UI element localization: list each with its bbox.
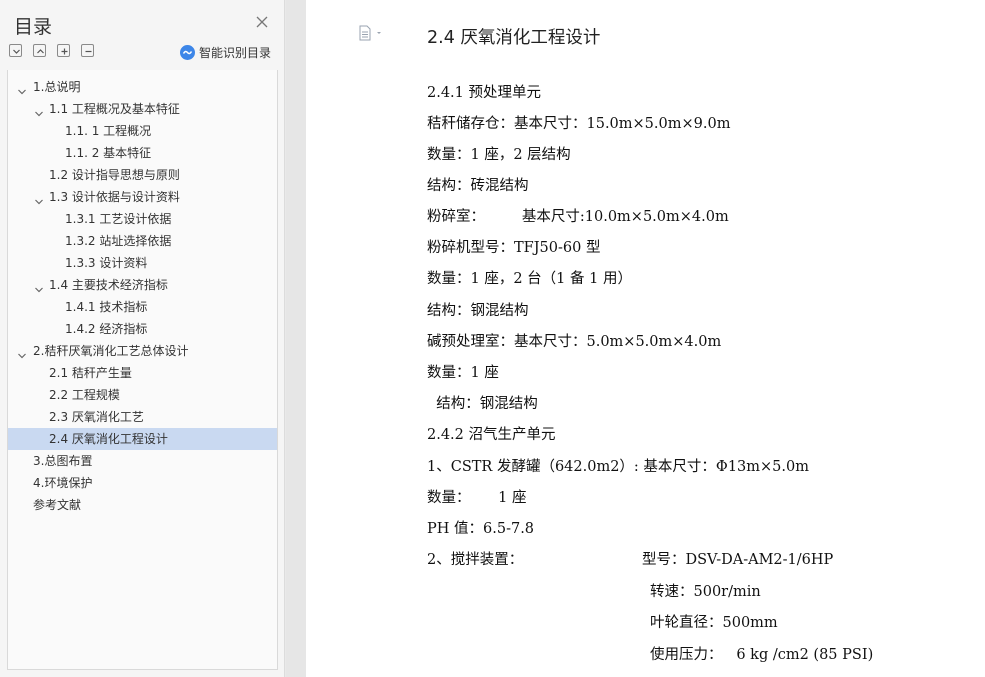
close-icon[interactable] bbox=[254, 14, 270, 30]
text-line: 结构：钢混结构 bbox=[427, 303, 529, 319]
chevron-down-icon[interactable] bbox=[34, 104, 44, 117]
toc-item-label: 1.总说明 bbox=[33, 80, 81, 94]
subheading: 2.4.2 沼气生产单元 bbox=[427, 427, 556, 443]
expand-down-icon[interactable] bbox=[9, 44, 22, 57]
toc-item-label: 1.3 设计依据与设计资料 bbox=[49, 190, 180, 204]
text-line: 转速：500r/min bbox=[650, 584, 761, 600]
toc-item-label: 1.1. 1 工程概况 bbox=[65, 124, 152, 138]
toc-item-label: 1.4.2 经济指标 bbox=[65, 322, 148, 336]
text-line: 粉碎机型号：TFJ50-60 型 bbox=[427, 240, 601, 256]
toc-item[interactable]: 1.2 设计指导思想与原则 bbox=[8, 164, 277, 186]
toc-item[interactable]: 1.3.3 设计资料 bbox=[8, 252, 277, 274]
toc-item[interactable]: 1.3.1 工艺设计依据 bbox=[8, 208, 277, 230]
toc-item[interactable]: 1.1 工程概况及基本特征 bbox=[8, 98, 277, 120]
text-line: 碱预处理室：基本尺寸：5.0m×5.0m×4.0m bbox=[427, 334, 722, 350]
toc-item[interactable]: 2.秸秆厌氧消化工艺总体设计 bbox=[8, 340, 277, 362]
text-line: 数量：1 座，2 台（1 备 1 用） bbox=[427, 271, 632, 287]
smart-toc-label: 智能识别目录 bbox=[199, 45, 272, 60]
subheading: 2.4.1 预处理单元 bbox=[427, 85, 542, 101]
toc-item[interactable]: 参考文献 bbox=[8, 494, 277, 516]
toc-item[interactable]: 1.4 主要技术经济指标 bbox=[8, 274, 277, 296]
toc-item[interactable]: 1.4.2 经济指标 bbox=[8, 318, 277, 340]
toc-sidebar: 目录 智能识别目录 1.总说明 1.1 工程概况及基本特征 1.1. 1 工程概… bbox=[0, 0, 285, 677]
toc-item[interactable]: 2.4 厌氧消化工程设计 bbox=[8, 428, 277, 450]
smart-toc-icon bbox=[180, 44, 195, 60]
toc-item-label: 1.3.2 站址选择依据 bbox=[65, 234, 172, 248]
toc-item-label: 2.3 厌氧消化工艺 bbox=[49, 410, 144, 424]
sidebar-title: 目录 bbox=[14, 16, 53, 38]
text-line: 2、搅拌装置： bbox=[427, 552, 524, 568]
page-gutter bbox=[286, 0, 306, 677]
toc-item[interactable]: 4.环境保护 bbox=[8, 472, 277, 494]
toc-item-label: 1.3.1 工艺设计依据 bbox=[65, 212, 172, 226]
toc-tree: 1.总说明 1.1 工程概况及基本特征 1.1. 1 工程概况 1.1. 2 基本特征… bbox=[8, 76, 277, 516]
toc-item-label: 1.4.1 技术指标 bbox=[65, 300, 148, 314]
collapse-all-icon[interactable] bbox=[81, 44, 94, 57]
toc-item[interactable]: 1.4.1 技术指标 bbox=[8, 296, 277, 318]
text-line: 数量： 1 座 bbox=[427, 490, 527, 506]
toc-item[interactable]: 1.3 设计依据与设计资料 bbox=[8, 186, 277, 208]
text-line: 结构：钢混结构 bbox=[427, 396, 538, 412]
toc-item-label: 1.4 主要技术经济指标 bbox=[49, 278, 168, 292]
toc-item[interactable]: 2.3 厌氧消化工艺 bbox=[8, 406, 277, 428]
text-line: 1、CSTR 发酵罐（642.0m2）: 基本尺寸：Φ13m×5.0m bbox=[427, 459, 809, 475]
toc-item-label: 参考文献 bbox=[33, 498, 82, 512]
toc-item-label: 2.2 工程规模 bbox=[49, 388, 120, 402]
toc-item[interactable]: 1.1. 1 工程概况 bbox=[8, 120, 277, 142]
toc-item[interactable]: 1.3.2 站址选择依据 bbox=[8, 230, 277, 252]
toc-tree-panel: 1.总说明 1.1 工程概况及基本特征 1.1. 1 工程概况 1.1. 2 基本特征… bbox=[7, 70, 278, 670]
collapse-up-icon[interactable] bbox=[33, 44, 46, 57]
chevron-down-icon[interactable] bbox=[17, 346, 27, 359]
toc-item[interactable]: 1.1. 2 基本特征 bbox=[8, 142, 277, 164]
toc-item-label: 1.2 设计指导思想与原则 bbox=[49, 168, 180, 182]
toc-item-label: 1.1 工程概况及基本特征 bbox=[49, 102, 180, 116]
text-line: 数量：1 座，2 层结构 bbox=[427, 147, 571, 163]
smart-toc-button[interactable]: 智能识别目录 bbox=[180, 43, 271, 61]
toc-item[interactable]: 3.总图布置 bbox=[8, 450, 277, 472]
text-line: 秸秆储存仓：基本尺寸：15.0m×5.0m×9.0m bbox=[427, 116, 731, 132]
chevron-down-icon[interactable] bbox=[34, 192, 44, 205]
toc-item-label: 4.环境保护 bbox=[33, 476, 93, 490]
text-line: 使用压力： 6 kg /cm2 (85 PSI) bbox=[650, 647, 874, 663]
text-line: 数量：1 座 bbox=[427, 365, 499, 381]
toc-item-label: 2.4 厌氧消化工程设计 bbox=[49, 432, 168, 446]
toc-item-label: 1.3.3 设计资料 bbox=[65, 256, 148, 270]
document-icon[interactable] bbox=[359, 25, 385, 41]
expand-all-icon[interactable] bbox=[57, 44, 70, 57]
toc-item-label: 3.总图布置 bbox=[33, 454, 93, 468]
toc-item[interactable]: 2.2 工程规模 bbox=[8, 384, 277, 406]
toc-item-label: 2.1 秸秆产生量 bbox=[49, 366, 132, 380]
toc-item-label: 2.秸秆厌氧消化工艺总体设计 bbox=[33, 344, 189, 358]
text-line: 叶轮直径：500mm bbox=[650, 615, 778, 631]
text-line: 型号：DSV-DA-AM2-1/6HP bbox=[642, 552, 834, 568]
text-line: PH 值：6.5-7.8 bbox=[427, 521, 535, 537]
chevron-down-icon[interactable] bbox=[34, 280, 44, 293]
toc-item-label: 1.1. 2 基本特征 bbox=[65, 146, 152, 160]
text-line: 结构：砖混结构 bbox=[427, 178, 529, 194]
toc-item[interactable]: 1.总说明 bbox=[8, 76, 277, 98]
chevron-down-icon[interactable] bbox=[17, 82, 27, 95]
document-page: 2.4 厌氧消化工程设计 2.4.1 预处理单元秸秆储存仓：基本尺寸：15.0m… bbox=[306, 0, 985, 677]
section-heading: 2.4 厌氧消化工程设计 bbox=[427, 28, 601, 48]
text-line: 粉碎室： 基本尺寸:10.0m×5.0m×4.0m bbox=[427, 209, 729, 225]
toc-item[interactable]: 2.1 秸秆产生量 bbox=[8, 362, 277, 384]
